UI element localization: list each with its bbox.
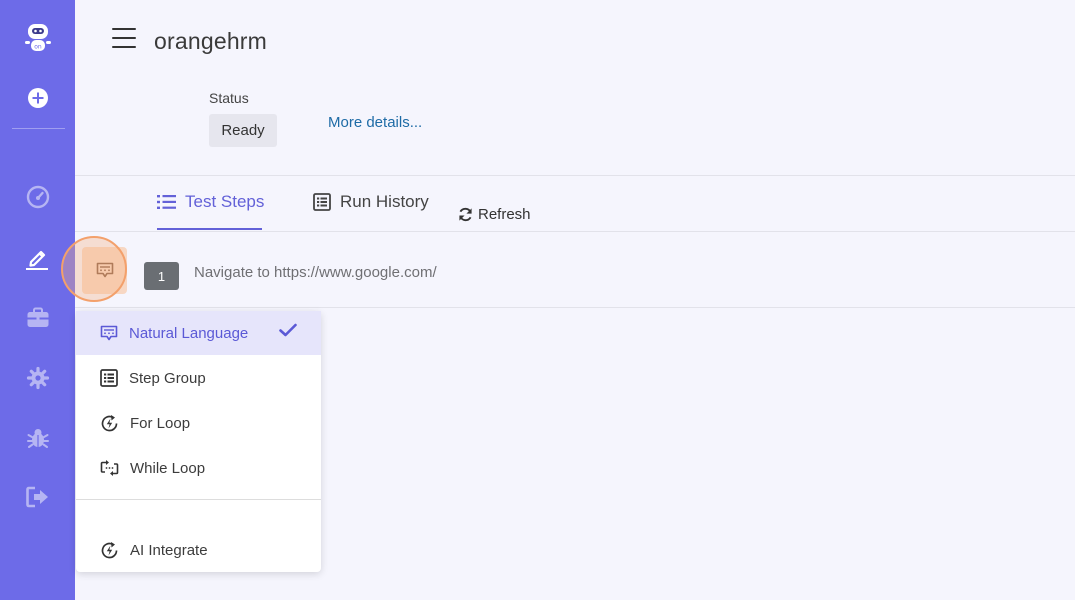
menu-item-label: For Loop — [130, 414, 191, 432]
refresh-button[interactable]: Refresh — [458, 195, 531, 233]
sidebar-divider — [12, 128, 65, 129]
divider — [75, 231, 1075, 232]
tab-run-history-label: Run History — [340, 192, 429, 211]
menu-item-ai-integrate[interactable]: AI Integrate — [76, 528, 321, 572]
ai-integrate-icon — [101, 541, 118, 558]
status-badge: Ready — [209, 114, 277, 147]
divider — [75, 307, 1075, 308]
step-group-icon — [100, 369, 118, 387]
menu-item-label: Step Group — [129, 369, 206, 387]
sidebar: on — [0, 0, 75, 600]
svg-text:on: on — [34, 44, 42, 51]
bug-icon[interactable] — [0, 418, 75, 458]
more-details-link[interactable]: More details... — [328, 114, 422, 131]
menu-item-label: While Loop — [130, 459, 206, 477]
robot-logo-icon[interactable]: on — [0, 18, 75, 58]
hamburger-menu-icon[interactable] — [112, 28, 136, 48]
step-description[interactable]: Navigate to https://www.google.com/ — [194, 264, 437, 281]
active-tab-underline — [157, 228, 262, 230]
menu-item-label: AI Integrate — [130, 541, 208, 559]
menu-divider — [76, 499, 321, 500]
for-loop-icon — [101, 414, 118, 431]
while-loop-icon — [100, 460, 119, 476]
status-label: Status — [209, 90, 249, 106]
menu-item-label: Natural Language — [129, 324, 249, 342]
refresh-label: Refresh — [478, 205, 531, 223]
divider — [75, 175, 1075, 176]
sidebar-active-indicator — [26, 268, 48, 270]
natural-language-icon — [100, 325, 118, 340]
tab-run-history[interactable]: Run History — [313, 192, 429, 230]
menu-item-natural-language[interactable]: Natural Language — [76, 311, 321, 355]
refresh-icon — [459, 207, 472, 221]
briefcase-icon[interactable] — [0, 298, 75, 338]
page-title: orangehrm — [154, 28, 268, 54]
list-icon — [157, 195, 176, 209]
menu-item-while-loop[interactable]: While Loop — [76, 446, 321, 490]
step-type-dropdown: Natural Language Step Group For Loop Whi… — [76, 311, 321, 572]
logout-icon[interactable] — [0, 477, 75, 517]
history-icon — [313, 193, 331, 211]
checkmark-icon — [279, 323, 297, 337]
tab-test-steps-label: Test Steps — [185, 192, 265, 211]
settings-gear-icon[interactable] — [0, 358, 75, 398]
click-highlight-indicator — [61, 236, 127, 302]
menu-item-for-loop[interactable]: For Loop — [76, 401, 321, 445]
step-number-badge: 1 — [144, 262, 179, 290]
add-icon[interactable] — [0, 78, 75, 118]
tab-test-steps[interactable]: Test Steps — [157, 192, 264, 230]
menu-item-step-group[interactable]: Step Group — [76, 356, 321, 400]
dashboard-gauge-icon[interactable] — [0, 177, 75, 217]
